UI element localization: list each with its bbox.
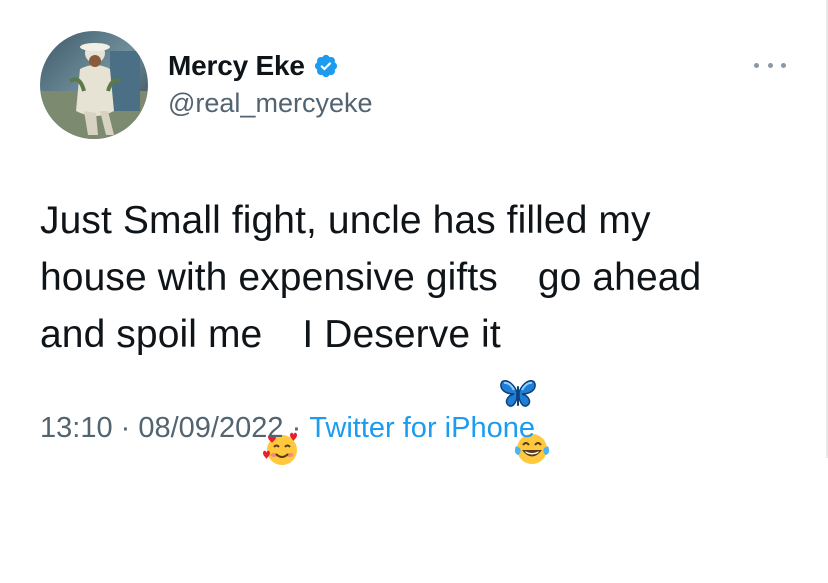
tweet-text-segment: Just Small fight, uncle has filled my xyxy=(40,199,651,242)
meta-separator: · xyxy=(112,412,139,444)
tweet-text-segment: and spoil me xyxy=(40,313,263,356)
tweet-date[interactable]: 08/09/2022 xyxy=(138,412,283,445)
author-name-row[interactable]: Mercy Eke xyxy=(168,48,339,84)
more-options-icon[interactable] xyxy=(754,55,786,75)
tweet-text-line: Just Small fight, uncle has filled my xyxy=(40,192,800,249)
avatar-image xyxy=(40,31,148,139)
dot xyxy=(754,62,759,68)
author-display-name[interactable]: Mercy Eke xyxy=(168,50,305,82)
face-with-tears-of-joy-emoji-icon xyxy=(512,315,552,464)
tweet-text: Just Small fight, uncle has filled my ho… xyxy=(40,192,800,465)
dot xyxy=(767,62,773,68)
tweet-text-line: and spoil me I Deserve it xyxy=(40,306,800,465)
meta-separator: · xyxy=(283,412,310,444)
tweet-card: Mercy Eke @real_mercyeke Just Small figh… xyxy=(0,0,828,465)
tweet-text-segment: I Deserve it xyxy=(302,313,512,356)
tweet-time[interactable]: 13:10 xyxy=(40,412,113,445)
smiling-face-with-hearts-emoji-icon xyxy=(262,315,302,465)
tweet-source-link[interactable]: Twitter for iPhone xyxy=(309,412,535,445)
tweet-text-segment: house with expensive gifts xyxy=(40,256,498,299)
tweet-text-line: house with expensive gifts go ahead xyxy=(40,249,800,407)
dot xyxy=(781,62,786,68)
avatar[interactable] xyxy=(40,31,148,139)
tweet-meta: 13:10 · 08/09/2022 · Twitter for iPhone xyxy=(40,412,535,445)
author-handle[interactable]: @real_mercyeke xyxy=(168,88,372,119)
butterfly-emoji-icon xyxy=(498,258,538,407)
verified-badge-icon xyxy=(313,53,339,79)
tweet-text-segment: go ahead xyxy=(537,256,702,299)
